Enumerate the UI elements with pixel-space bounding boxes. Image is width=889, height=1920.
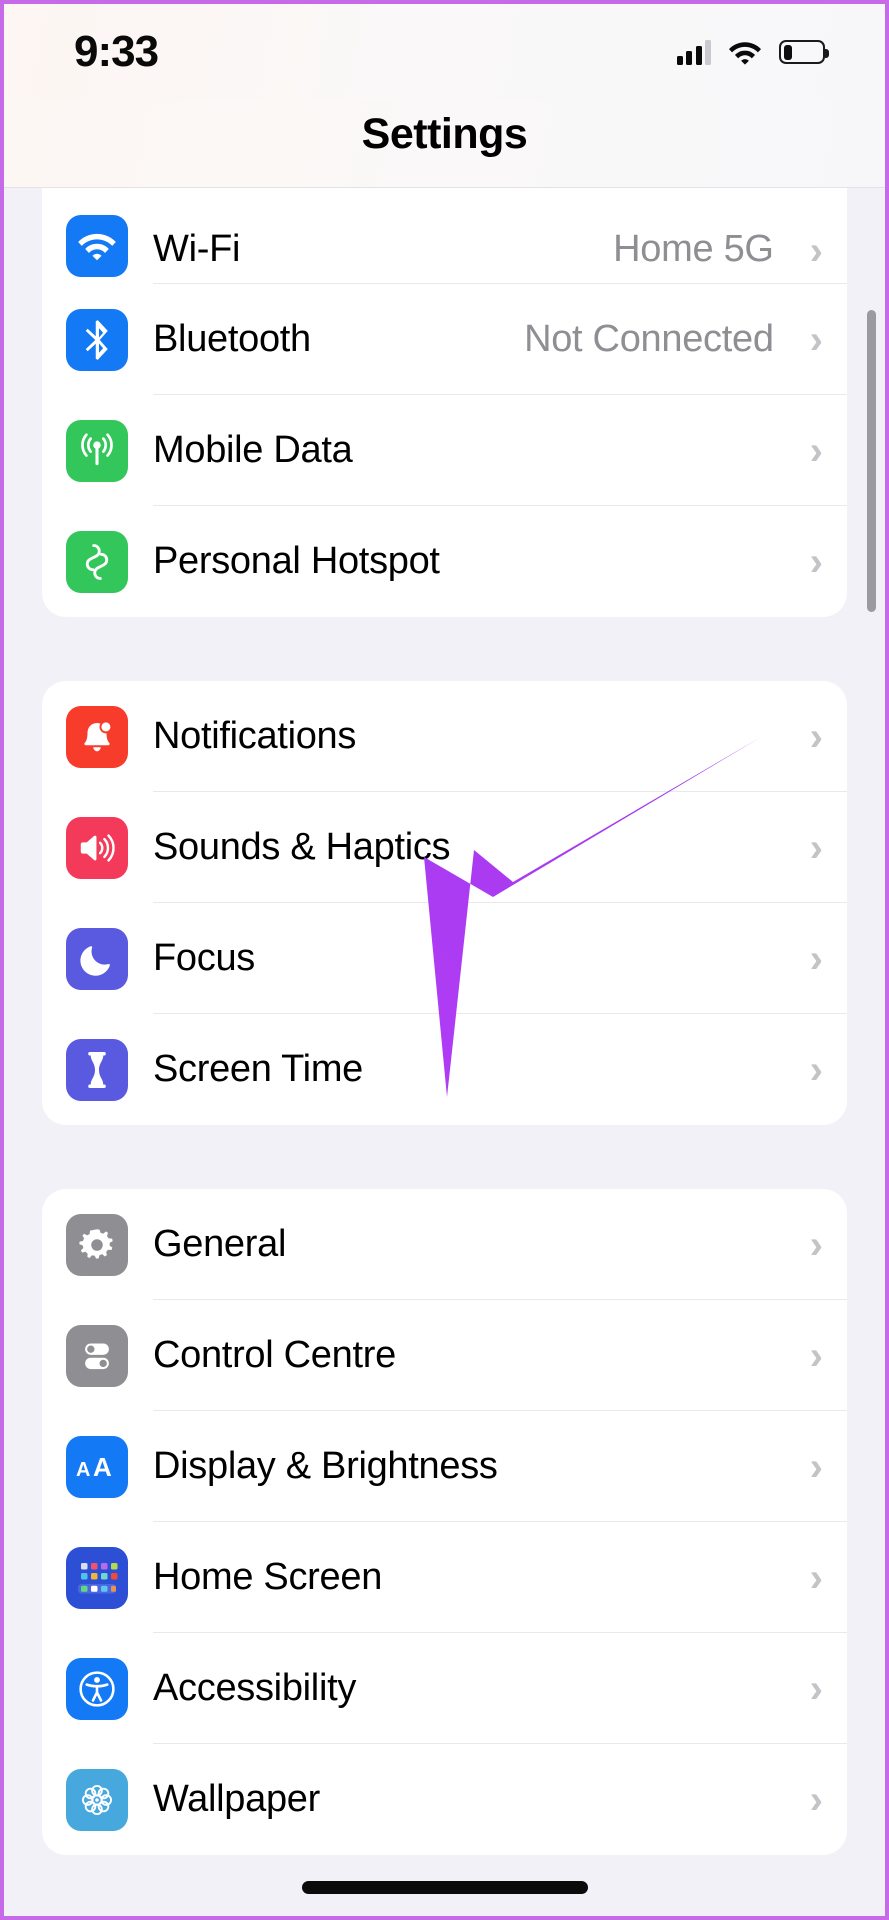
settings-row-label: Wi-Fi bbox=[153, 228, 241, 270]
settings-row-value: Not Connected bbox=[524, 318, 774, 360]
settings-row-display-brightness[interactable]: A A Display & Brightness › bbox=[42, 1411, 847, 1522]
group-gap bbox=[42, 617, 847, 681]
text-size-aa-icon: A A bbox=[66, 1435, 128, 1498]
hourglass-icon bbox=[66, 1038, 128, 1101]
chevron-right-icon: › bbox=[809, 714, 823, 759]
speaker-icon bbox=[66, 816, 128, 879]
gear-icon bbox=[66, 1213, 128, 1276]
settings-row-label: General bbox=[153, 1223, 287, 1265]
settings-row-general[interactable]: General › bbox=[42, 1189, 847, 1300]
chevron-right-icon: › bbox=[809, 539, 823, 584]
toggles-icon bbox=[66, 1324, 128, 1387]
settings-group-alerts-and-time: Notifications › Sounds & Haptics › Focus… bbox=[42, 681, 847, 1125]
chevron-right-icon: › bbox=[809, 1047, 823, 1092]
page-title: Settings bbox=[361, 110, 528, 158]
settings-row-label: Sounds & Haptics bbox=[153, 826, 451, 868]
settings-group-connectivity: Wi-Fi Home 5G › Bluetooth Not Connected … bbox=[42, 188, 847, 617]
settings-row-label: Mobile Data bbox=[153, 429, 353, 471]
hotspot-link-icon bbox=[66, 530, 128, 593]
settings-row-home-screen[interactable]: Home Screen › bbox=[42, 1522, 847, 1633]
phone-frame: 9:33 Settings Wi-Fi Home 5G › Bluetooth … bbox=[0, 0, 889, 1920]
settings-row-control-centre[interactable]: Control Centre › bbox=[42, 1300, 847, 1411]
settings-row-bluetooth[interactable]: Bluetooth Not Connected › bbox=[42, 284, 847, 395]
settings-row-mobile-data[interactable]: Mobile Data › bbox=[42, 395, 847, 506]
settings-row-notifications[interactable]: Notifications › bbox=[42, 681, 847, 792]
bell-icon bbox=[66, 705, 128, 768]
settings-row-label: Screen Time bbox=[153, 1048, 364, 1090]
moon-icon bbox=[66, 927, 128, 990]
wifi-icon bbox=[729, 41, 761, 65]
accessibility-icon bbox=[66, 1657, 128, 1720]
settings-row-label: Accessibility bbox=[153, 1667, 357, 1709]
app-grid-icon bbox=[66, 1546, 128, 1609]
status-indicators bbox=[676, 39, 829, 65]
wifi-icon bbox=[66, 215, 128, 277]
chevron-right-icon: › bbox=[809, 1444, 823, 1489]
svg-text:A: A bbox=[93, 1452, 112, 1482]
group-gap bbox=[42, 1125, 847, 1189]
status-bar: 9:33 bbox=[4, 4, 885, 100]
svg-text:A: A bbox=[76, 1459, 90, 1481]
chevron-right-icon: › bbox=[809, 936, 823, 981]
chevron-right-icon: › bbox=[809, 1333, 823, 1378]
settings-row-focus[interactable]: Focus › bbox=[42, 903, 847, 1014]
settings-row-label: Focus bbox=[153, 937, 255, 979]
settings-row-label: Display & Brightness bbox=[153, 1445, 498, 1487]
battery-low-icon bbox=[779, 40, 829, 64]
settings-row-label: Wallpaper bbox=[153, 1778, 320, 1820]
settings-row-label: Notifications bbox=[153, 715, 357, 757]
chevron-right-icon: › bbox=[809, 317, 823, 362]
settings-row-label: Bluetooth bbox=[153, 318, 311, 360]
settings-scroll-view[interactable]: Wi-Fi Home 5G › Bluetooth Not Connected … bbox=[4, 188, 885, 1916]
settings-row-accessibility[interactable]: Accessibility › bbox=[42, 1633, 847, 1744]
flower-icon bbox=[66, 1768, 128, 1831]
vertical-scrollbar[interactable] bbox=[867, 310, 876, 612]
settings-group-system: General › Control Centre › A A Display &… bbox=[42, 1189, 847, 1855]
settings-row-screen-time[interactable]: Screen Time › bbox=[42, 1014, 847, 1125]
settings-row-wifi[interactable]: Wi-Fi Home 5G › bbox=[42, 188, 847, 284]
chevron-right-icon: › bbox=[809, 825, 823, 870]
settings-row-label: Personal Hotspot bbox=[153, 540, 440, 582]
status-time: 9:33 bbox=[74, 27, 159, 76]
cellular-tower-icon bbox=[66, 419, 128, 482]
cellular-bars-icon bbox=[676, 39, 711, 65]
chevron-right-icon: › bbox=[809, 1666, 823, 1711]
settings-row-sounds-haptics[interactable]: Sounds & Haptics › bbox=[42, 792, 847, 903]
settings-row-wallpaper[interactable]: Wallpaper › bbox=[42, 1744, 847, 1855]
settings-row-label: Home Screen bbox=[153, 1556, 383, 1598]
nav-bar: Settings bbox=[4, 100, 885, 188]
chevron-right-icon: › bbox=[809, 428, 823, 473]
chevron-right-icon: › bbox=[809, 229, 823, 273]
settings-row-label: Control Centre bbox=[153, 1334, 396, 1376]
chevron-right-icon: › bbox=[809, 1777, 823, 1822]
settings-row-personal-hotspot[interactable]: Personal Hotspot › bbox=[42, 506, 847, 617]
settings-row-value: Home 5G bbox=[613, 228, 774, 270]
bluetooth-icon bbox=[66, 308, 128, 371]
chevron-right-icon: › bbox=[809, 1222, 823, 1267]
chevron-right-icon: › bbox=[809, 1555, 823, 1600]
home-indicator bbox=[301, 1881, 588, 1894]
